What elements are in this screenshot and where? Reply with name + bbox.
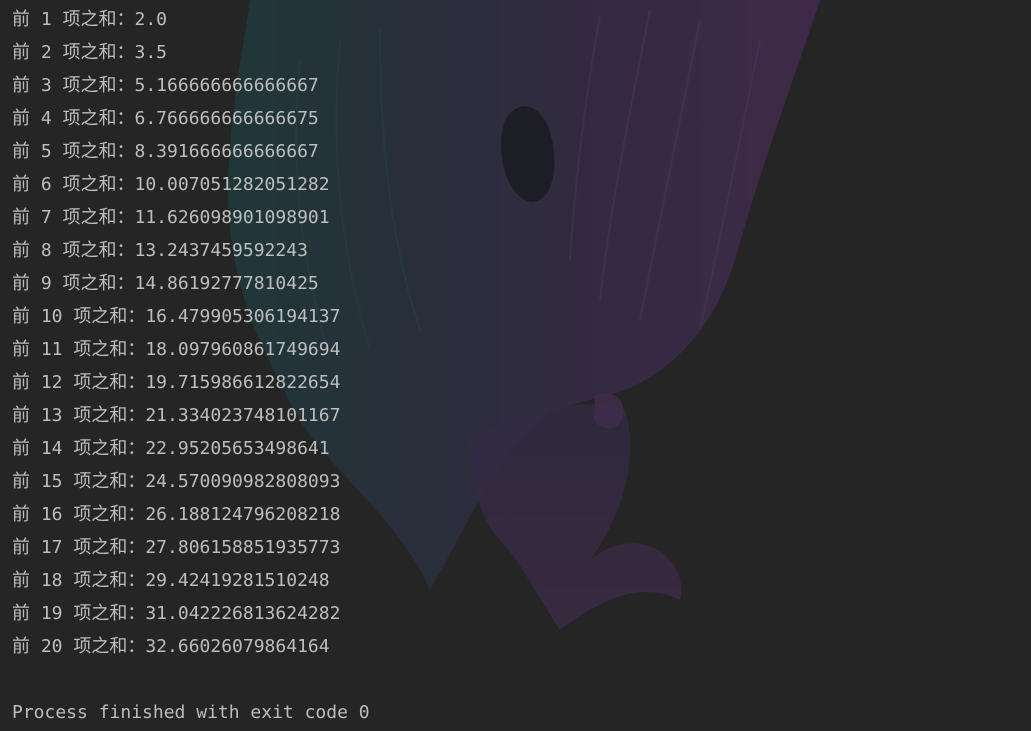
output-line: 前 9 项之和：14.86192777810425 — [12, 273, 319, 294]
output-line: 前 18 项之和：29.42419281510248 — [12, 570, 330, 591]
output-line: 前 5 项之和：8.391666666666667 — [12, 141, 319, 162]
output-line: 前 15 项之和：24.570090982808093 — [12, 471, 341, 492]
output-line: 前 10 项之和：16.479905306194137 — [12, 306, 341, 327]
output-line: 前 19 项之和：31.042226813624282 — [12, 603, 341, 624]
output-line: 前 7 项之和：11.626098901098901 — [12, 207, 330, 228]
output-line: 前 13 项之和：21.334023748101167 — [12, 405, 341, 426]
output-line: 前 4 项之和：6.766666666666675 — [12, 108, 319, 129]
output-line: 前 11 项之和：18.097960861749694 — [12, 339, 341, 360]
output-line: 前 17 项之和：27.806158851935773 — [12, 537, 341, 558]
output-line: 前 3 项之和：5.166666666666667 — [12, 75, 319, 96]
console-output: 前 1 项之和：2.0 前 2 项之和：3.5 前 3 项之和：5.166666… — [12, 4, 370, 730]
run-console[interactable]: 前 1 项之和：2.0 前 2 项之和：3.5 前 3 项之和：5.166666… — [0, 0, 1031, 731]
output-line: 前 20 项之和：32.66026079864164 — [12, 636, 330, 657]
output-line: 前 8 项之和：13.2437459592243 — [12, 240, 308, 261]
output-line: 前 16 项之和：26.188124796208218 — [12, 504, 341, 525]
output-line: 前 12 项之和：19.715986612822654 — [12, 372, 341, 393]
output-line: 前 1 项之和：2.0 — [12, 9, 168, 30]
exit-message: Process finished with exit code 0 — [12, 702, 370, 723]
output-line: 前 2 项之和：3.5 — [12, 42, 168, 63]
output-line: 前 14 项之和：22.95205653498641 — [12, 438, 330, 459]
output-line: 前 6 项之和：10.007051282051282 — [12, 174, 330, 195]
